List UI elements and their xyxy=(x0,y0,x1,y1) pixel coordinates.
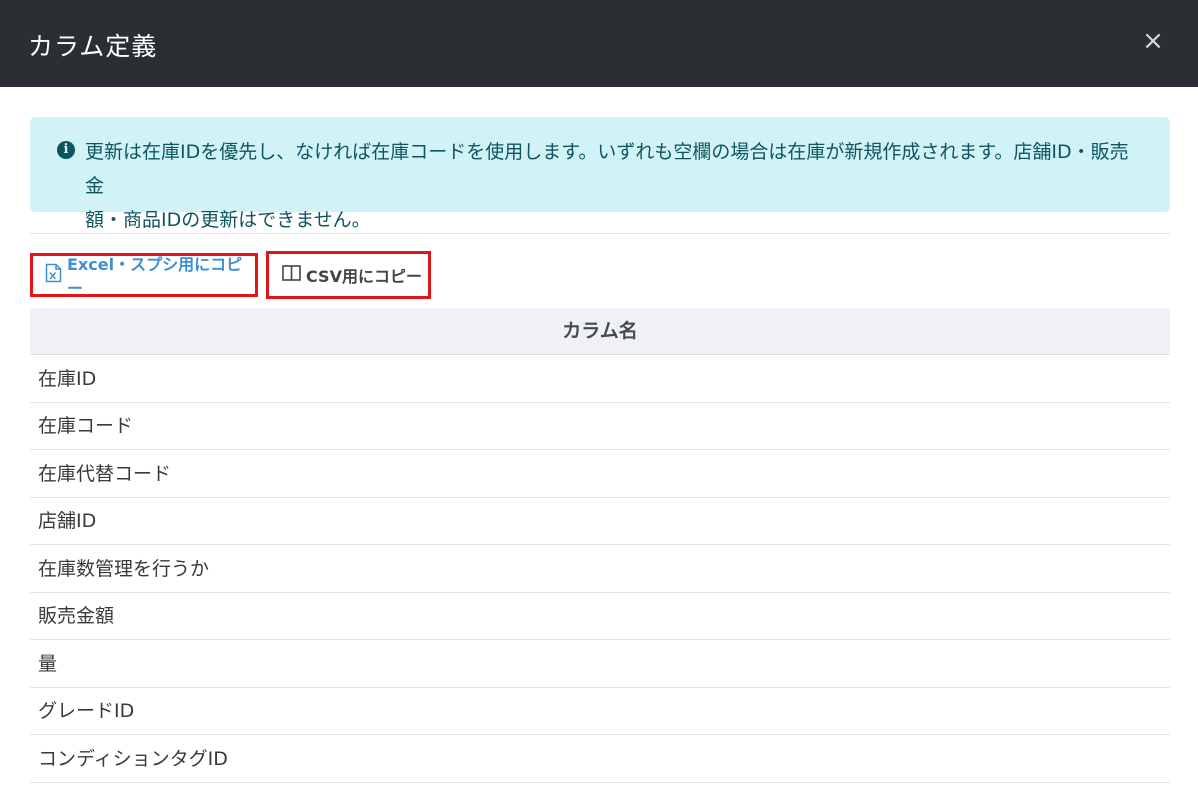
info-circle-icon: i xyxy=(57,141,75,159)
table-row: 販売金額 xyxy=(30,593,1170,640)
alert-message: 更新は在庫IDを優先し、なければ在庫コードを使用します。いずれも空欄の場合は在庫… xyxy=(85,135,1145,237)
excel-file-icon xyxy=(45,263,62,287)
columns-icon xyxy=(282,265,301,285)
divider xyxy=(30,233,1170,234)
alert-line-2: 額・商品IDの更新はできません。 xyxy=(85,209,371,231)
excel-copy-label: Excel・スプシ用にコピー xyxy=(67,255,243,298)
table-row: 在庫ID xyxy=(30,356,1170,403)
table-row: グレードID xyxy=(30,688,1170,735)
table-row: 在庫代替コード xyxy=(30,451,1170,498)
table-row: コンディションタグID xyxy=(30,736,1170,783)
table-row: 在庫コード xyxy=(30,403,1170,450)
excel-copy-button[interactable]: Excel・スプシ用にコピー xyxy=(30,253,258,298)
modal-header: カラム定義 × xyxy=(0,0,1198,87)
info-alert: i 更新は在庫IDを優先し、なければ在庫コードを使用します。いずれも空欄の場合は… xyxy=(30,117,1170,231)
modal-title: カラム定義 xyxy=(28,32,158,61)
table-row: 量 xyxy=(30,641,1170,688)
close-button[interactable]: × xyxy=(1138,26,1168,56)
csv-copy-label: CSV用にコピー xyxy=(306,267,422,286)
table-header-column-name: カラム名 xyxy=(30,308,1170,355)
alert-line-1: 更新は在庫IDを優先し、なければ在庫コードを使用します。いずれも空欄の場合は在庫… xyxy=(85,141,1129,197)
table-row: 店舗ID xyxy=(30,498,1170,545)
table-row: 在庫数管理を行うか xyxy=(30,546,1170,593)
csv-copy-button[interactable]: CSV用にコピー xyxy=(266,251,431,299)
